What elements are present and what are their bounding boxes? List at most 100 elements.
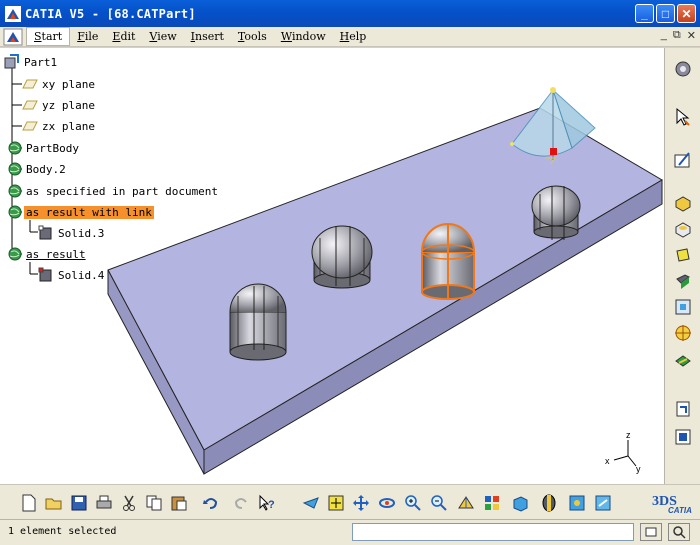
- tree-node-zx-plane[interactable]: zx plane: [22, 118, 97, 134]
- save-icon: [71, 495, 87, 511]
- plane-icon: [22, 79, 38, 89]
- minimize-icon: _: [641, 6, 648, 21]
- body-icon: [8, 141, 22, 155]
- right-toolbar: [664, 48, 700, 484]
- rib-button[interactable]: [670, 320, 696, 346]
- menu-window[interactable]: Window: [274, 28, 333, 45]
- tree-node-yz-plane[interactable]: yz plane: [22, 97, 97, 113]
- 3d-viewport[interactable]: z x y Part1 xy plane yz plane zx plane P…: [0, 48, 664, 484]
- hole-button[interactable]: [670, 294, 696, 320]
- catia-app-icon[interactable]: [5, 5, 21, 22]
- svg-text:?: ?: [268, 499, 275, 511]
- pocket-icon: [675, 222, 691, 238]
- pan-button[interactable]: [350, 492, 372, 514]
- swap-space-button[interactable]: [592, 492, 614, 514]
- apply-material-button[interactable]: [670, 424, 696, 450]
- tree-node-part1[interactable]: Part1: [4, 54, 59, 70]
- menu-file[interactable]: File: [70, 28, 105, 45]
- copy-button[interactable]: [143, 492, 165, 514]
- tree-node-solid4[interactable]: Solid.4: [38, 267, 106, 283]
- sketch-button[interactable]: [670, 146, 696, 172]
- catia-logo: 3DS CATIA: [650, 487, 698, 519]
- tree-label-solid3: Solid.3: [58, 226, 105, 240]
- new-button[interactable]: [18, 492, 40, 514]
- menu-insert[interactable]: Insert: [184, 28, 231, 45]
- solid-part-1[interactable]: [229, 283, 287, 361]
- hide-show-button[interactable]: [566, 492, 588, 514]
- solid-part-2[interactable]: [311, 225, 373, 289]
- solid-part-4[interactable]: [531, 185, 581, 240]
- paste-icon: [171, 496, 187, 511]
- doc-minimize-button[interactable]: _: [661, 29, 667, 42]
- maximize-button[interactable]: □: [656, 4, 675, 23]
- pad-button[interactable]: [670, 190, 696, 216]
- undo-icon: [203, 498, 218, 509]
- whats-this-button[interactable]: ?: [256, 492, 278, 514]
- groove-button[interactable]: [670, 268, 696, 294]
- fit-all-button[interactable]: [325, 492, 347, 514]
- power-input-field[interactable]: [352, 523, 634, 541]
- menu-start[interactable]: Start: [26, 27, 71, 46]
- multi-view-button[interactable]: [481, 492, 503, 514]
- select-button[interactable]: [670, 104, 696, 130]
- multi-view-icon: [485, 496, 499, 510]
- axis-y-label: y: [636, 464, 641, 474]
- slot-icon: [675, 355, 691, 367]
- fit-all-icon: [328, 495, 344, 511]
- hole-icon: [675, 299, 691, 315]
- redo-button[interactable]: [230, 492, 252, 514]
- iso-view-button[interactable]: [509, 492, 531, 514]
- part-icon: [4, 54, 19, 69]
- tree-node-xy-plane[interactable]: xy plane: [22, 76, 97, 92]
- rotate-icon: [379, 498, 395, 508]
- menu-help[interactable]: Help: [333, 28, 374, 45]
- document-menu-icon[interactable]: [3, 28, 23, 46]
- solid-part-3-selected[interactable]: [421, 223, 475, 300]
- slot-button[interactable]: [670, 348, 696, 374]
- close-button[interactable]: ✕: [677, 4, 696, 23]
- zoom-in-icon: [405, 495, 421, 511]
- specification-tree: Part1 xy plane yz plane zx plane PartBod…: [0, 48, 260, 288]
- axis-triad: z x y: [605, 430, 641, 474]
- doc-restore-button[interactable]: ⧉: [673, 29, 681, 42]
- undo-button[interactable]: [200, 492, 222, 514]
- tree-node-solid3[interactable]: Solid.3: [38, 225, 106, 241]
- menu-view[interactable]: View: [142, 28, 183, 45]
- sketcher-button[interactable]: [670, 56, 696, 82]
- tree-node-body2[interactable]: Body.2: [6, 161, 68, 177]
- body-icon: [8, 247, 22, 261]
- tree-node-partbody[interactable]: PartBody: [6, 140, 81, 156]
- shaft-icon: [676, 248, 690, 262]
- save-button[interactable]: [68, 492, 90, 514]
- input-toggle-button[interactable]: [640, 523, 662, 541]
- shading-button[interactable]: [538, 492, 560, 514]
- bottom-toolbar: ? 3DS CATIA: [0, 484, 700, 519]
- doc-close-button[interactable]: ✕: [687, 29, 696, 42]
- menu-edit[interactable]: Edit: [105, 28, 142, 45]
- print-button[interactable]: [93, 492, 115, 514]
- menu-tools[interactable]: Tools: [231, 28, 274, 45]
- tree-node-as-result[interactable]: as result: [6, 246, 88, 262]
- tree-node-as-specified[interactable]: as specified in part document: [6, 183, 220, 199]
- fly-mode-button[interactable]: [300, 492, 322, 514]
- measure-button[interactable]: [670, 396, 696, 422]
- solid-icon: [38, 267, 52, 282]
- cut-button[interactable]: [118, 492, 140, 514]
- status-bar: 1 element selected: [0, 519, 700, 545]
- zoom-in-button[interactable]: [402, 492, 424, 514]
- groove-icon: [676, 274, 690, 289]
- normal-view-button[interactable]: [455, 492, 477, 514]
- tree-label-solid4: Solid.4: [58, 268, 105, 282]
- fly-mode-icon: [302, 497, 319, 509]
- rotate-button[interactable]: [376, 492, 398, 514]
- open-button[interactable]: [43, 492, 65, 514]
- tree-node-as-result-with-link[interactable]: as result with link: [6, 204, 154, 220]
- paste-button[interactable]: [168, 492, 190, 514]
- search-button[interactable]: [668, 523, 690, 541]
- open-icon: [45, 498, 62, 510]
- minimize-button[interactable]: _: [635, 4, 654, 23]
- shaft-button[interactable]: [670, 242, 696, 268]
- pocket-button[interactable]: [670, 216, 696, 242]
- zoom-out-button[interactable]: [428, 492, 450, 514]
- solid-icon: [38, 225, 52, 240]
